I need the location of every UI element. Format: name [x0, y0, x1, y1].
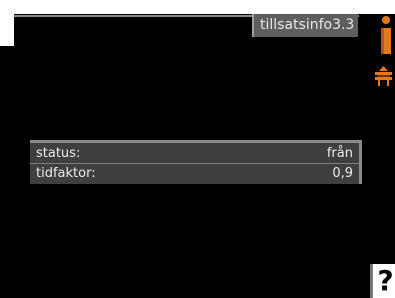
menu-title: tillsatsinfo3.3 [252, 14, 358, 37]
info-panel: status: från tidfaktor: 0,9 [30, 140, 362, 184]
bezel-mark [14, 36, 20, 37]
display-screen: tillsatsinfo3.3 status: från tidfaktor: … [0, 0, 395, 298]
screen-bezel-left [0, 0, 14, 46]
screen-bezel-top [0, 0, 395, 14]
side-icon-column [372, 14, 395, 298]
status-label: status: [36, 146, 81, 161]
radiator-icon[interactable] [374, 66, 393, 86]
help-icon[interactable]: ? [370, 264, 395, 298]
time-factor-label: tidfaktor: [36, 166, 96, 181]
time-factor-value: 0,9 [332, 166, 353, 181]
info-row-status: status: från [30, 144, 359, 164]
info-row-time-factor: tidfaktor: 0,9 [30, 164, 359, 183]
info-icon[interactable] [380, 16, 392, 56]
status-value: från [326, 146, 353, 161]
